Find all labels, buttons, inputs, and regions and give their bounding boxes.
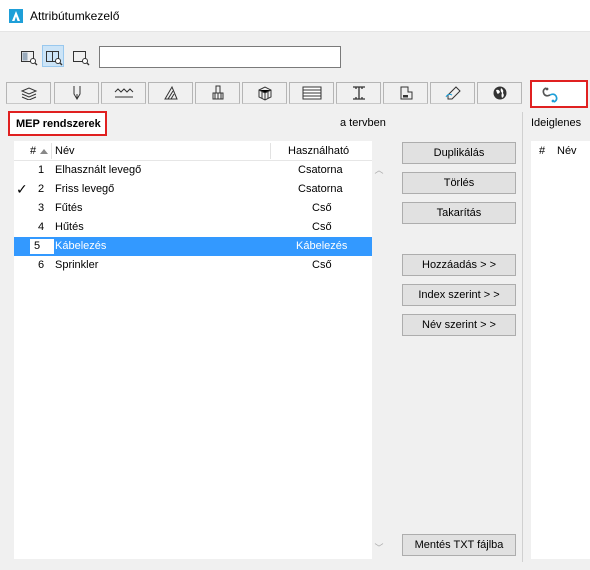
- layers-icon: [20, 87, 37, 100]
- row-usage: Cső: [312, 221, 332, 233]
- mep-systems-icon: [542, 87, 558, 103]
- left-panel-search-icon: [21, 51, 38, 66]
- temporary-list[interactable]: # Név: [531, 141, 590, 559]
- add-by-name-button[interactable]: Név szerint > >: [402, 314, 516, 336]
- view-left-panel-button[interactable]: [17, 45, 39, 67]
- row-name: Elhasznált levegő: [55, 164, 142, 176]
- tab-pens[interactable]: [54, 82, 99, 104]
- location-label: a tervben: [340, 117, 386, 129]
- list-header: # Név Használható: [14, 141, 372, 161]
- tab-layers[interactable]: [6, 82, 51, 104]
- row-name: Hűtés: [55, 221, 84, 233]
- right-panel-search-icon: [73, 51, 90, 66]
- list-row-selected[interactable]: 5 Kábelezés Kábelezés: [14, 237, 372, 256]
- surfaces-icon: [212, 85, 223, 100]
- markup-icon: [445, 86, 461, 100]
- duplicate-button[interactable]: Duplikálás: [402, 142, 516, 164]
- add-by-index-button[interactable]: Index szerint > >: [402, 284, 516, 306]
- tab-building-materials[interactable]: [242, 82, 287, 104]
- row-usage: Csatorna: [298, 183, 343, 195]
- building-materials-icon: [258, 86, 271, 101]
- column-header-usage[interactable]: Használható: [288, 145, 349, 157]
- column-separator: [270, 143, 271, 159]
- delete-button[interactable]: Törlés: [402, 172, 516, 194]
- column-header-number[interactable]: #: [30, 145, 36, 157]
- list-row[interactable]: 6 Sprinkler Cső: [14, 256, 372, 275]
- tab-zones[interactable]: [383, 82, 428, 104]
- profiles-icon: [352, 86, 365, 100]
- cleanup-button[interactable]: Takarítás: [402, 202, 516, 224]
- tab-markup[interactable]: [430, 82, 475, 104]
- window-title: Attribútumkezelő: [30, 9, 120, 23]
- row-usage: Kábelezés: [296, 240, 348, 252]
- checkmark-icon: ✓: [16, 181, 28, 197]
- line-types-icon: [114, 88, 133, 98]
- row-name: Friss levegő: [55, 183, 115, 195]
- list-row[interactable]: 1 Elhasznált levegő Csatorna: [14, 161, 372, 180]
- attribute-list[interactable]: # Név Használható 1 Elhasznált levegő Cs…: [14, 141, 372, 559]
- composites-icon: [302, 86, 321, 100]
- search-input[interactable]: [99, 46, 341, 68]
- fill-types-icon: [163, 85, 178, 100]
- row-number: 1: [38, 164, 45, 176]
- save-txt-button[interactable]: Mentés TXT fájlba: [402, 534, 516, 556]
- archicad-app-icon: [9, 9, 23, 23]
- column-header-name[interactable]: Név: [55, 145, 75, 157]
- tab-surfaces[interactable]: [195, 82, 240, 104]
- globe-icon: [493, 86, 506, 100]
- add-button[interactable]: Hozzáadás > >: [402, 254, 516, 276]
- view-both-panels-button[interactable]: [42, 45, 64, 67]
- both-panels-search-icon: [46, 51, 63, 66]
- list-row[interactable]: ✓ 2 Friss levegő Csatorna: [14, 180, 372, 199]
- tab-profiles[interactable]: [336, 82, 381, 104]
- row-number-edit[interactable]: 5: [29, 238, 55, 255]
- row-number: 6: [38, 259, 45, 271]
- row-name: Kábelezés: [55, 240, 107, 252]
- column-header-name[interactable]: Név: [557, 145, 577, 157]
- column-separator: [51, 143, 52, 159]
- row-name: Fűtés: [55, 202, 83, 214]
- panel-title: MEP rendszerek: [16, 118, 101, 130]
- row-usage: Cső: [312, 202, 332, 214]
- view-right-panel-button[interactable]: [69, 45, 91, 67]
- scroll-up-arrow-icon[interactable]: ︿: [372, 163, 386, 177]
- title-bar: Attribútumkezelő: [0, 0, 590, 32]
- tab-mep-systems[interactable]: [530, 80, 588, 108]
- sort-ascending-icon: [40, 149, 48, 154]
- list-row[interactable]: 4 Hűtés Cső: [14, 218, 372, 237]
- column-header-number[interactable]: #: [539, 145, 545, 157]
- attribute-type-tabs: [6, 82, 528, 104]
- row-usage: Csatorna: [298, 164, 343, 176]
- right-panel-title: Ideiglenes: [531, 117, 582, 129]
- tab-global[interactable]: [477, 82, 522, 104]
- scroll-down-arrow-icon[interactable]: ﹀: [372, 541, 386, 555]
- row-number: 4: [38, 221, 45, 233]
- tab-fill-types[interactable]: [148, 82, 193, 104]
- row-number: 3: [38, 202, 45, 214]
- list-row[interactable]: 3 Fűtés Cső: [14, 199, 372, 218]
- row-name: Sprinkler: [55, 259, 99, 271]
- tab-line-types[interactable]: [101, 82, 146, 104]
- tab-composites[interactable]: [289, 82, 334, 104]
- panel-divider: [522, 112, 523, 562]
- row-usage: Cső: [312, 259, 332, 271]
- panel-title-highlight: MEP rendszerek: [8, 111, 107, 136]
- pen-icon: [73, 86, 80, 100]
- zones-icon: [400, 86, 412, 100]
- row-number: 2: [38, 183, 45, 195]
